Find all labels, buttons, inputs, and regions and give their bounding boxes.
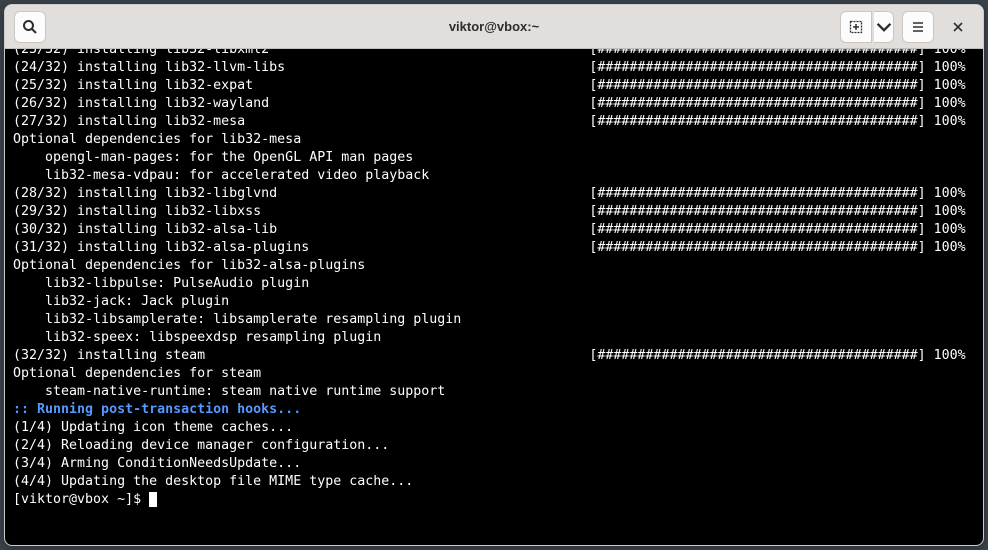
close-button[interactable] bbox=[942, 11, 974, 43]
optdep-line: opengl-man-pages: for the OpenGL API man… bbox=[13, 149, 983, 167]
optdep-header: Optional dependencies for lib32-mesa bbox=[13, 131, 983, 149]
new-tab-dropdown[interactable] bbox=[874, 11, 894, 43]
optdep-line: lib32-libsamplerate: libsamplerate resam… bbox=[13, 311, 983, 329]
terminal-output: (22/32) installing lib32-icu [##########… bbox=[5, 49, 983, 509]
terminal-body[interactable]: (22/32) installing lib32-icu [##########… bbox=[5, 49, 983, 545]
cursor bbox=[149, 492, 157, 507]
hooks-header: :: Running post-transaction hooks... bbox=[13, 401, 983, 419]
install-line: (30/32) installing lib32-alsa-lib [#####… bbox=[13, 221, 983, 239]
menu-button[interactable] bbox=[902, 11, 934, 43]
hook-line: (4/4) Updating the desktop file MIME typ… bbox=[13, 473, 983, 491]
new-tab-split bbox=[839, 11, 895, 43]
hamburger-icon bbox=[910, 19, 926, 35]
optdep-line: lib32-mesa-vdpau: for accelerated video … bbox=[13, 167, 983, 185]
new-tab-button[interactable] bbox=[840, 11, 872, 43]
optdep-line: lib32-speex: libspeexdsp resampling plug… bbox=[13, 329, 983, 347]
install-line: (26/32) installing lib32-wayland [######… bbox=[13, 95, 983, 113]
search-button[interactable] bbox=[14, 11, 46, 43]
install-line: (24/32) installing lib32-llvm-libs [####… bbox=[13, 59, 983, 77]
hook-line: (2/4) Reloading device manager configura… bbox=[13, 437, 983, 455]
install-line: (29/32) installing lib32-libxss [#######… bbox=[13, 203, 983, 221]
optdep-line: lib32-libpulse: PulseAudio plugin bbox=[13, 275, 983, 293]
optdep-line: lib32-jack: Jack plugin bbox=[13, 293, 983, 311]
prompt-line: [viktor@vbox ~]$ bbox=[13, 491, 983, 509]
optdep-header: Optional dependencies for lib32-alsa-plu… bbox=[13, 257, 983, 275]
close-icon bbox=[950, 19, 966, 35]
window-title: viktor@vbox:~ bbox=[449, 19, 539, 34]
optdep-header: Optional dependencies for steam bbox=[13, 365, 983, 383]
install-line: (25/32) installing lib32-expat [########… bbox=[13, 77, 983, 95]
terminal-window: viktor@vbox:~ (22/32) installing lib32-i… bbox=[4, 4, 984, 546]
install-line: (32/32) installing steam [##############… bbox=[13, 347, 983, 365]
optdep-line: steam-native-runtime: steam native runti… bbox=[13, 383, 983, 401]
titlebar: viktor@vbox:~ bbox=[5, 5, 983, 49]
search-icon bbox=[22, 19, 38, 35]
install-line: (27/32) installing lib32-mesa [#########… bbox=[13, 113, 983, 131]
hook-line: (1/4) Updating icon theme caches... bbox=[13, 419, 983, 437]
install-line: (31/32) installing lib32-alsa-plugins [#… bbox=[13, 239, 983, 257]
new-tab-icon bbox=[848, 19, 864, 35]
chevron-down-icon bbox=[876, 19, 892, 35]
install-line: (23/32) installing lib32-libxml2 [######… bbox=[13, 49, 983, 59]
hook-line: (3/4) Arming ConditionNeedsUpdate... bbox=[13, 455, 983, 473]
install-line: (28/32) installing lib32-libglvnd [#####… bbox=[13, 185, 983, 203]
titlebar-right bbox=[839, 11, 975, 43]
